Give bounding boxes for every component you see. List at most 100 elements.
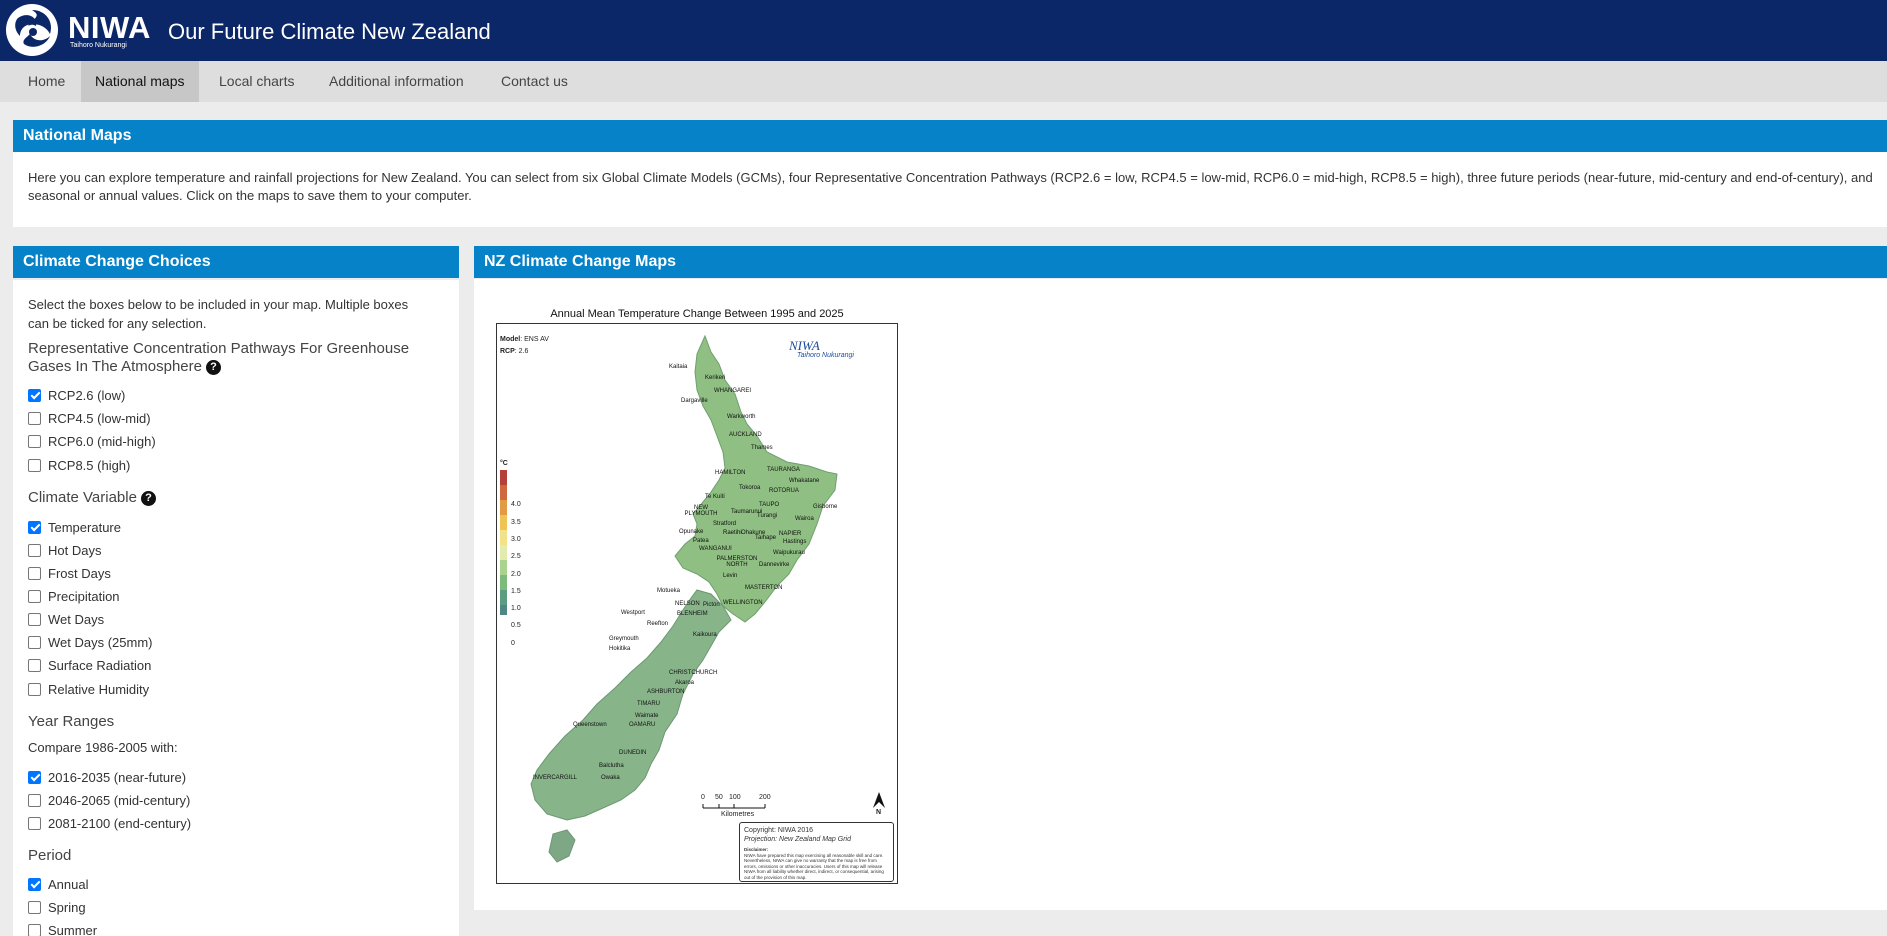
place-label: Waipukurau <box>773 550 805 556</box>
checkbox-summer[interactable]: Summer <box>28 921 97 936</box>
help-icon[interactable]: ? <box>206 360 221 375</box>
checkbox-box[interactable] <box>28 793 41 807</box>
map-niwa-subtext: Taihoro Nukurangi <box>797 352 854 359</box>
place-label: Kaikoura <box>693 632 717 638</box>
climate-change-choices-heading: Climate Change Choices <box>13 246 459 278</box>
checkbox-box[interactable] <box>28 566 41 580</box>
place-label: Hastings <box>783 539 807 545</box>
place-label: Levin <box>723 573 738 579</box>
disclaimer-title: Disclaimer: <box>744 847 769 852</box>
place-label: NAPIER <box>779 531 802 537</box>
scale-bar <box>702 804 766 809</box>
rcp-info: RCP: 2.6 <box>500 348 529 355</box>
place-label: BLENHEIM <box>677 611 708 617</box>
help-icon[interactable]: ? <box>140 491 156 506</box>
logo-wordmark: NIWA <box>68 10 151 45</box>
place-label: WANGANUI <box>699 546 732 552</box>
checkbox-mid-century[interactable]: 2046-2065 (mid-century) <box>28 791 190 809</box>
checkbox-wet-days-25mm[interactable]: Wet Days (25mm) <box>28 633 153 651</box>
climate-map-image[interactable]: Model: ENS AV RCP: 2.6 NIWA Taihoro Nuku… <box>496 323 898 884</box>
place-label: DUNEDIN <box>619 750 647 756</box>
copyright-text: Copyright: NIWA 2016 <box>744 827 813 834</box>
nav-item-additional-information[interactable]: Additional information <box>315 61 478 102</box>
legend-tick: 4.0 <box>511 501 521 508</box>
checkbox-label: Spring <box>48 899 86 915</box>
nav-item-contact-us[interactable]: Contact us <box>487 61 582 102</box>
checkbox-box[interactable] <box>28 923 41 936</box>
model-label: Model <box>500 336 521 343</box>
place-label: Westport <box>621 610 645 616</box>
place-label: TAURANGA <box>767 467 800 473</box>
place-label: Hokitika <box>609 646 631 652</box>
place-label: OAMARU <box>629 722 656 728</box>
checkbox-label: RCP8.5 (high) <box>48 457 131 473</box>
checkbox-rcp85[interactable]: RCP8.5 (high) <box>28 456 130 474</box>
checkbox-box[interactable] <box>28 543 41 557</box>
site-title: Our Future Climate New Zealand <box>168 19 491 44</box>
checkbox-precipitation[interactable]: Precipitation <box>28 587 120 605</box>
nav-item-local-charts[interactable]: Local charts <box>205 61 308 102</box>
place-label: Te Kuiti <box>705 494 725 500</box>
checkbox-label: Hot Days <box>48 542 102 558</box>
map-title: Annual Mean Temperature Change Between 1… <box>550 308 844 320</box>
rcp-value: 2.6 <box>518 348 529 355</box>
checkbox-label: 2046-2065 (mid-century) <box>48 792 191 808</box>
checkbox-box[interactable] <box>28 770 41 784</box>
place-label: Whakatane <box>789 478 820 484</box>
checkbox-box[interactable] <box>28 635 41 649</box>
checkbox-box[interactable] <box>28 816 41 830</box>
place-label: Queenstown <box>573 722 607 728</box>
nav-item-home[interactable]: Home <box>14 61 79 102</box>
checkbox-frost-days[interactable]: Frost Days <box>28 564 111 582</box>
checkbox-box[interactable] <box>28 388 41 402</box>
checkbox-box[interactable] <box>28 658 41 672</box>
checkbox-box[interactable] <box>28 877 41 891</box>
scale-tick: 50 <box>715 794 723 801</box>
place-label: Picton <box>703 602 720 608</box>
checkbox-label: RCP4.5 (low-mid) <box>48 410 151 426</box>
logo-subtext: Taihoro Nukurangi <box>70 42 127 49</box>
checkbox-surface-radiation[interactable]: Surface Radiation <box>28 656 151 674</box>
year-ranges-title: Year Ranges <box>28 713 115 730</box>
checkbox-rcp26[interactable]: RCP2.6 (low) <box>28 386 125 404</box>
place-label: Balclutha <box>599 763 624 769</box>
checkbox-annual[interactable]: Annual <box>28 875 88 893</box>
place-label: Warkworth <box>727 414 756 420</box>
place-label: Owaka <box>601 775 620 781</box>
checkbox-box[interactable] <box>28 682 41 696</box>
checkbox-box[interactable] <box>28 520 41 534</box>
checkbox-box[interactable] <box>28 411 41 425</box>
checkbox-box[interactable] <box>28 434 41 448</box>
checkbox-rcp45[interactable]: RCP4.5 (low-mid) <box>28 409 151 427</box>
place-label: Gisborne <box>813 504 838 510</box>
checkbox-wet-days[interactable]: Wet Days <box>28 610 104 628</box>
legend-tick: 2.5 <box>511 553 521 560</box>
checkbox-box[interactable] <box>28 589 41 603</box>
checkbox-label: RCP2.6 (low) <box>48 387 126 403</box>
climate-variable-title: Climate Variable? <box>28 489 156 506</box>
checkbox-end-century[interactable]: 2081-2100 (end-century) <box>28 814 191 832</box>
checkbox-label: Annual <box>48 876 89 892</box>
checkbox-box[interactable] <box>28 458 41 472</box>
checkbox-box[interactable] <box>28 612 41 626</box>
rcp-label: RCP <box>500 348 515 355</box>
checkbox-relative-humidity[interactable]: Relative Humidity <box>28 680 149 698</box>
checkbox-temperature[interactable]: Temperature <box>28 518 121 536</box>
site-header: NIWA Taihoro Nukurangi Our Future Climat… <box>0 0 1887 61</box>
checkbox-hot-days[interactable]: Hot Days <box>28 541 101 559</box>
checkbox-label: Temperature <box>48 519 121 535</box>
checkbox-box[interactable] <box>28 900 41 914</box>
checkbox-near-future[interactable]: 2016-2035 (near-future) <box>28 768 186 786</box>
place-label: Opunake <box>679 529 704 535</box>
place-label: PALMERSTON NORTH <box>716 556 758 568</box>
period-title: Period <box>28 847 72 864</box>
checkbox-spring[interactable]: Spring <box>28 898 86 916</box>
checkbox-label: Wet Days <box>48 611 105 627</box>
nav-item-national-maps[interactable]: National maps <box>81 61 199 102</box>
niwa-swirl-icon <box>6 4 58 56</box>
checkbox-label: Frost Days <box>48 565 111 581</box>
checkbox-rcp60[interactable]: RCP6.0 (mid-high) <box>28 432 156 450</box>
niwa-logo[interactable]: NIWA Taihoro Nukurangi <box>6 4 156 58</box>
place-label: Turangi <box>757 513 778 519</box>
place-label: Motueka <box>657 588 681 594</box>
